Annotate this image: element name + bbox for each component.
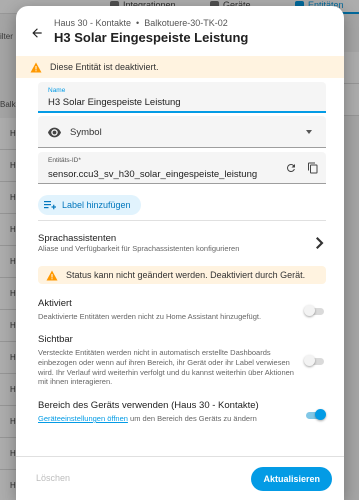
add-label-button[interactable]: Label hinzufügen: [38, 195, 141, 215]
entity-id-value: sensor.ccu3_sv_h30_solar_eingespeiste_le…: [48, 169, 258, 180]
visible-toggle[interactable]: [304, 355, 326, 366]
delete-button[interactable]: Löschen: [36, 473, 70, 483]
use-device-area-subtitle-rest: um den Bereich des Geräts zu ändern: [127, 414, 257, 423]
back-button[interactable]: [28, 24, 46, 42]
breadcrumb-device[interactable]: Balkotuere-30-TK-02: [144, 18, 228, 28]
warning-icon: [46, 270, 58, 280]
voice-assistants-row[interactable]: Sprachassistenten Aliase und Verfügbarke…: [38, 226, 326, 262]
copy-entity-id-button[interactable]: [306, 161, 320, 175]
toggle-thumb: [304, 305, 315, 316]
visible-title: Sichtbar: [38, 334, 73, 345]
chevron-right-icon: [316, 237, 324, 249]
label-plus-icon: [44, 201, 56, 210]
voice-assistants-title: Sprachassistenten: [38, 233, 117, 244]
icon-picker-placeholder: Symbol: [70, 127, 102, 138]
use-device-area-title: Bereich des Geräts verwenden (Haus 30 - …: [38, 400, 259, 411]
dropdown-arrow-icon[interactable]: [306, 130, 312, 134]
use-device-area-subtitle: Geräteeinstellungen öffnen um den Bereic…: [38, 414, 296, 424]
warning-icon: [30, 62, 42, 72]
arrow-left-icon: [32, 28, 42, 38]
status-warning-text: Status kann nicht geändert werden. Deakt…: [66, 270, 306, 280]
dialog-title: H3 Solar Eingespeiste Leistung: [54, 30, 249, 45]
toggle-thumb: [315, 409, 326, 420]
entity-settings-dialog: Haus 30 - Kontakte • Balkotuere-30-TK-02…: [16, 6, 344, 500]
breadcrumb: Haus 30 - Kontakte • Balkotuere-30-TK-02: [54, 18, 228, 28]
breadcrumb-area[interactable]: Haus 30 - Kontakte: [54, 18, 131, 28]
use-device-area-toggle[interactable]: [304, 409, 326, 420]
name-field[interactable]: Name H3 Solar Eingespeiste Leistung: [38, 82, 326, 113]
enabled-subtitle: Deaktivierte Entitäten werden nicht zu H…: [38, 312, 262, 321]
toggle-thumb: [304, 355, 315, 366]
restore-icon: [286, 163, 295, 172]
icon-picker-field[interactable]: Symbol: [38, 116, 326, 148]
name-field-label: Name: [48, 87, 66, 94]
voice-assistants-subtitle: Aliase und Verfügbarkeit für Sprachassis…: [38, 244, 240, 253]
dialog-footer: Löschen Aktualisieren: [16, 456, 344, 500]
add-label-button-text: Label hinzufügen: [62, 200, 131, 210]
entity-id-label: Entitäts-ID*: [48, 157, 81, 164]
enabled-title: Aktiviert: [38, 298, 72, 309]
dialog-header: Haus 30 - Kontakte • Balkotuere-30-TK-02…: [16, 6, 344, 50]
enabled-setting-row: Aktiviert Deaktivierte Entitäten werden …: [38, 298, 326, 324]
copy-icon: [308, 162, 318, 174]
restore-entity-id-button[interactable]: [284, 161, 298, 175]
divider: [38, 220, 326, 221]
update-button[interactable]: Aktualisieren: [251, 467, 332, 491]
eye-icon: [48, 127, 61, 138]
breadcrumb-separator: •: [136, 18, 140, 28]
disabled-warning-banner: Diese Entität ist deaktiviert.: [16, 56, 344, 78]
entity-id-field[interactable]: Entitäts-ID* sensor.ccu3_sv_h30_solar_ei…: [38, 152, 326, 184]
enabled-toggle[interactable]: [304, 305, 326, 316]
entity-id-actions: [284, 161, 320, 175]
visible-setting-row: Sichtbar Versteckte Entitäten werden nic…: [38, 334, 326, 392]
status-warning-banner: Status kann nicht geändert werden. Deakt…: [38, 266, 326, 284]
name-field-value: H3 Solar Eingespeiste Leistung: [48, 97, 181, 108]
visible-subtitle: Versteckte Entitäten werden nicht in aut…: [38, 348, 294, 387]
use-device-area-row: Bereich des Geräts verwenden (Haus 30 - …: [38, 400, 326, 426]
open-device-settings-link[interactable]: Geräteeinstellungen öffnen: [38, 414, 128, 423]
disabled-warning-text: Diese Entität ist deaktiviert.: [50, 62, 159, 72]
